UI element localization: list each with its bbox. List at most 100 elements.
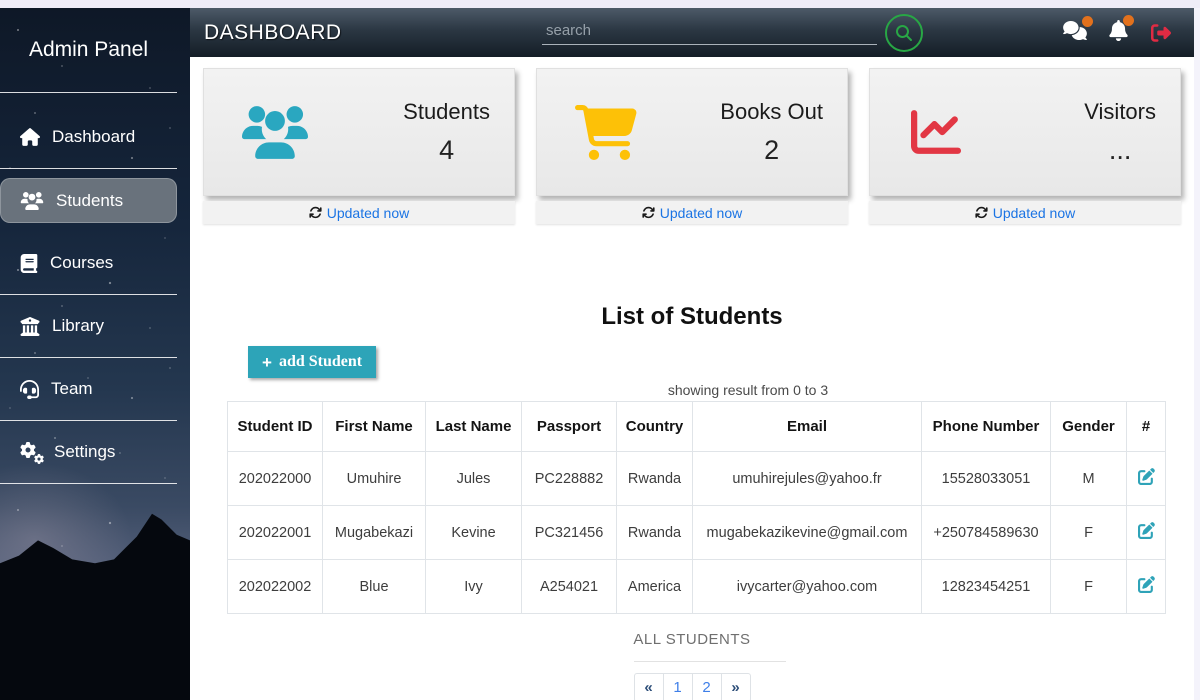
add-student-label: add Student (279, 353, 362, 371)
edit-row-button[interactable] (1138, 576, 1155, 593)
cell-last-name: Jules (426, 452, 522, 506)
headset-icon (20, 380, 39, 399)
edit-row-button[interactable] (1138, 522, 1155, 539)
edit-icon (1138, 468, 1155, 485)
pagination-page-2[interactable]: 2 (692, 673, 722, 700)
column-header: Phone Number (922, 402, 1051, 452)
table-row: 202022000 Umuhire Jules PC228882 Rwanda … (228, 452, 1166, 506)
cell-phone: 12823454251 (922, 560, 1051, 614)
cell-email: umuhirejules@yahoo.fr (693, 452, 922, 506)
sidebar-item-dashboard[interactable]: Dashboard (0, 106, 177, 169)
library-building-icon (20, 317, 40, 336)
logout-icon (1150, 23, 1172, 43)
main-content: Students 4 Updated now Books Out 2 Updat… (190, 57, 1194, 700)
cell-country: Rwanda (617, 452, 693, 506)
notifications-badge (1123, 15, 1134, 26)
all-students-label: ALL STUDENTS (190, 631, 1194, 648)
messages-badge (1082, 16, 1093, 27)
topbar: DASHBOARD (190, 8, 1194, 57)
cell-student-id: 202022001 (228, 506, 323, 560)
cell-first-name: Blue (323, 560, 426, 614)
card-updated-link[interactable]: Updated now (869, 201, 1181, 224)
card-value: 4 (439, 135, 454, 166)
edit-icon (1138, 576, 1155, 593)
cell-country: America (617, 560, 693, 614)
column-header: Passport (522, 402, 617, 452)
pagination-next-button[interactable]: » (721, 673, 751, 700)
cell-student-id: 202022002 (228, 560, 323, 614)
sidebar-item-courses[interactable]: Courses (0, 232, 177, 295)
cell-student-id: 202022000 (228, 452, 323, 506)
sidebar-item-label: Students (56, 191, 123, 211)
card-footer-label: Updated now (327, 205, 410, 221)
column-header: Gender (1051, 402, 1127, 452)
card-footer-label: Updated now (993, 205, 1076, 221)
notifications-button[interactable] (1109, 20, 1128, 46)
sidebar: Admin Panel Dashboard Students Courses (0, 8, 190, 700)
sidebar-item-label: Library (52, 316, 104, 336)
cell-last-name: Ivy (426, 560, 522, 614)
cell-gender: F (1051, 560, 1127, 614)
logout-button[interactable] (1150, 23, 1172, 43)
gears-icon (20, 442, 42, 462)
table-header-row: Student ID First Name Last Name Passport… (228, 402, 1166, 452)
page-title: DASHBOARD (204, 21, 342, 45)
cell-first-name: Mugabekazi (323, 506, 426, 560)
edit-icon (1138, 522, 1155, 539)
book-icon (20, 254, 38, 273)
search-input[interactable] (542, 20, 877, 45)
plus-icon: + (262, 354, 272, 371)
pagination: « 1 2 » (190, 673, 1194, 700)
card-footer-label: Updated now (660, 205, 743, 221)
list-of-students-heading: List of Students (190, 303, 1194, 331)
edit-row-button[interactable] (1138, 468, 1155, 485)
refresh-icon (975, 206, 988, 219)
cell-phone: 15528033051 (922, 452, 1051, 506)
sidebar-title: Admin Panel (0, 8, 177, 93)
cell-phone: +250784589630 (922, 506, 1051, 560)
cell-country: Rwanda (617, 506, 693, 560)
home-icon (20, 128, 40, 146)
sidebar-item-library[interactable]: Library (0, 295, 177, 358)
search-icon (896, 25, 912, 41)
card-title: Visitors (1084, 99, 1156, 125)
refresh-icon (309, 206, 322, 219)
sidebar-item-label: Settings (54, 442, 115, 462)
refresh-icon (642, 206, 655, 219)
column-header: Email (693, 402, 922, 452)
students-table: Student ID First Name Last Name Passport… (227, 401, 1166, 614)
visitors-stat-card: Visitors ... (869, 68, 1181, 196)
table-row: 202022001 Mugabekazi Kevine PC321456 Rwa… (228, 506, 1166, 560)
cell-passport: PC228882 (522, 452, 617, 506)
chart-line-icon (908, 107, 964, 157)
scrollbar-strip[interactable] (1194, 0, 1200, 700)
messages-button[interactable] (1063, 21, 1087, 45)
sidebar-item-label: Courses (50, 253, 113, 273)
pagination-prev-button[interactable]: « (634, 673, 664, 700)
add-student-button[interactable]: + add Student (248, 346, 376, 378)
sidebar-item-label: Dashboard (52, 127, 135, 147)
column-header: # (1127, 402, 1166, 452)
pagination-divider (634, 661, 786, 662)
column-header: Last Name (426, 402, 522, 452)
column-header: First Name (323, 402, 426, 452)
card-value: 2 (764, 135, 779, 166)
column-header: Student ID (228, 402, 323, 452)
cell-email: ivycarter@yahoo.com (693, 560, 922, 614)
sidebar-item-team[interactable]: Team (0, 358, 177, 421)
pagination-page-1[interactable]: 1 (663, 673, 693, 700)
sidebar-item-settings[interactable]: Settings (0, 421, 177, 484)
card-updated-link[interactable]: Updated now (536, 201, 848, 224)
column-header: Country (617, 402, 693, 452)
users-icon (242, 106, 308, 159)
showing-result-text: showing result from 0 to 3 (246, 382, 1194, 398)
sidebar-menu: Dashboard Students Courses Library (0, 106, 177, 484)
search-button[interactable] (885, 14, 923, 52)
cell-email: mugabekazikevine@gmail.com (693, 506, 922, 560)
cart-icon (575, 105, 637, 160)
books-out-stat-card: Books Out 2 (536, 68, 848, 196)
sidebar-item-students[interactable]: Students (0, 169, 177, 232)
cell-passport: A254021 (522, 560, 617, 614)
card-updated-link[interactable]: Updated now (203, 201, 515, 224)
cell-gender: F (1051, 506, 1127, 560)
